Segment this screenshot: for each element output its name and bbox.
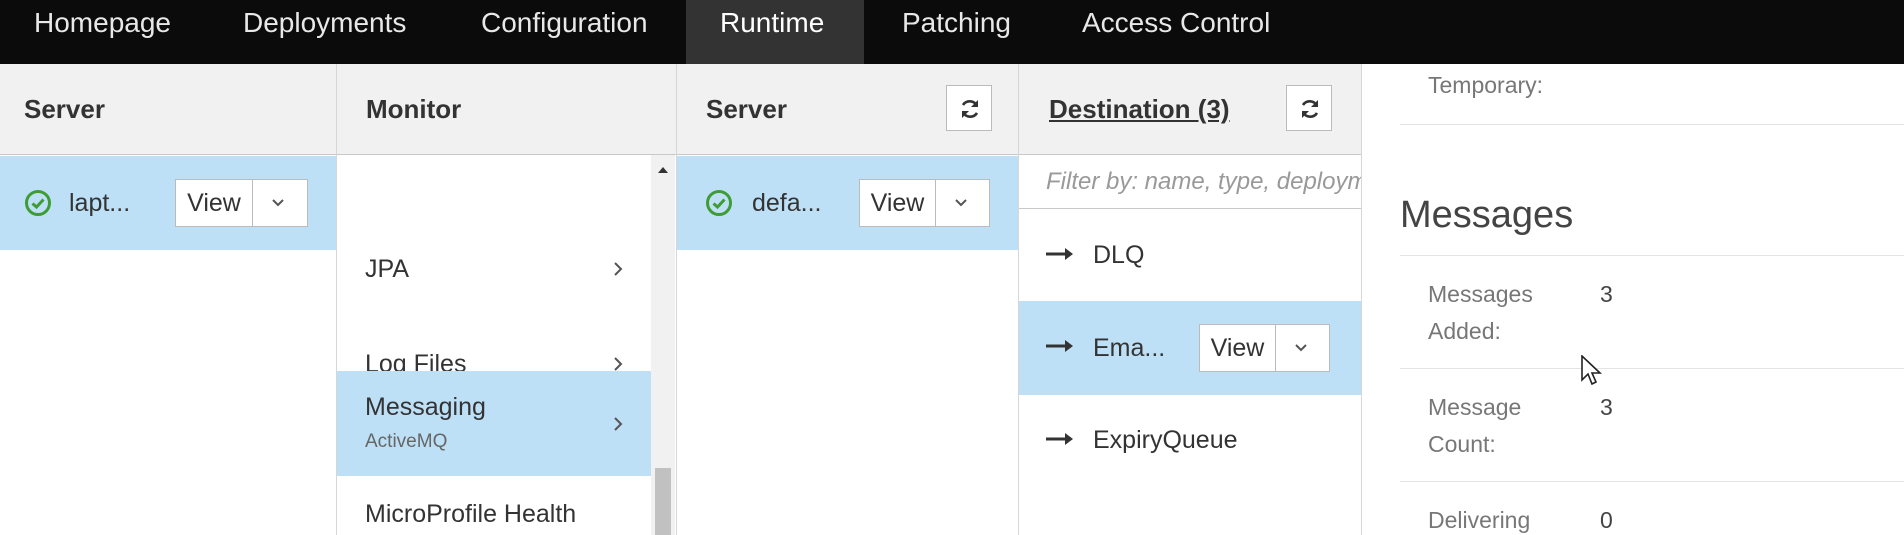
destination-item-expiryqueue[interactable]: ExpiryQueue <box>1019 395 1361 487</box>
arrow-right-icon <box>1045 431 1075 452</box>
temporary-label: Temporary: <box>1428 72 1544 98</box>
tab-deployments[interactable]: Deployments <box>209 0 440 64</box>
destination-column: Destination (3) DLQ Ema... View ExpiryQu… <box>1019 64 1362 535</box>
destination-filter <box>1019 155 1361 209</box>
mouse-cursor-icon <box>1581 354 1603 392</box>
refresh-button[interactable] <box>946 85 992 131</box>
chevron-down-icon[interactable] <box>1276 325 1330 371</box>
destination-label: DLQ <box>1093 241 1145 269</box>
chevron-down-icon[interactable] <box>253 180 308 226</box>
chevron-down-icon[interactable] <box>936 180 990 226</box>
divider <box>1400 255 1904 256</box>
scroll-up-icon[interactable] <box>657 161 669 179</box>
monitor-item-sublabel: ActiveMQ <box>365 431 448 452</box>
chevron-right-icon <box>613 416 623 437</box>
server2-column: Server defa... View <box>677 64 1019 535</box>
tab-homepage[interactable]: Homepage <box>0 0 205 64</box>
view-button[interactable]: View <box>860 180 936 226</box>
server2-column-title: Server <box>706 94 787 124</box>
monitor-item-label: Messaging <box>365 393 486 421</box>
monitor-item-microprofile-health[interactable]: MicroProfile Health <box>337 476 651 535</box>
check-circle-icon <box>705 189 733 217</box>
divider <box>1400 124 1904 125</box>
monitor-item-label: JPA <box>365 255 409 283</box>
messages-added-label-line2: Added: <box>1428 318 1501 344</box>
messages-added-value: 3 <box>1600 281 1613 307</box>
destination-view-split-button: View <box>1199 324 1330 372</box>
server-view-split-button: View <box>175 179 308 227</box>
server-column: Server lapt... View <box>0 64 337 535</box>
refresh-button[interactable] <box>1286 85 1332 131</box>
monitor-scrollbar[interactable] <box>651 155 675 535</box>
tab-patching[interactable]: Patching <box>868 0 1045 64</box>
refresh-icon <box>1301 100 1319 118</box>
server-column-header: Server <box>0 64 336 155</box>
monitor-column: Monitor JPA Log Files Messaging ActiveMQ… <box>337 64 677 535</box>
server2-column-header: Server <box>677 64 1018 155</box>
refresh-icon <box>961 100 979 118</box>
tab-configuration[interactable]: Configuration <box>447 0 682 64</box>
top-navigation: Homepage Deployments Configuration Runti… <box>0 0 1904 64</box>
destination-column-title[interactable]: Destination (3) <box>1049 64 1230 155</box>
tab-access-control[interactable]: Access Control <box>1048 0 1304 64</box>
server-name: lapt... <box>69 189 131 217</box>
tab-runtime[interactable]: Runtime <box>686 0 864 64</box>
monitor-item-label: MicroProfile Health <box>365 500 577 528</box>
view-button[interactable]: View <box>176 180 253 226</box>
server2-name: defa... <box>752 189 822 217</box>
server-list-item[interactable]: lapt... View <box>0 156 336 250</box>
messages-added-label-line1: Messages <box>1428 281 1533 307</box>
check-circle-icon <box>24 189 52 217</box>
destination-label: Ema... <box>1093 334 1166 362</box>
scroll-thumb[interactable] <box>655 468 671 535</box>
destination-item-email[interactable]: Ema... View <box>1019 301 1361 395</box>
monitor-item-jpa[interactable]: JPA <box>337 226 651 316</box>
arrow-right-icon <box>1045 338 1075 359</box>
delivering-label: Delivering <box>1428 507 1531 533</box>
server2-view-split-button: View <box>859 179 990 227</box>
divider <box>1400 368 1904 369</box>
message-count-value: 3 <box>1600 394 1613 420</box>
arrow-right-icon <box>1045 246 1075 267</box>
message-count-label-line2: Count: <box>1428 431 1496 457</box>
messages-section-title: Messages <box>1400 194 1574 236</box>
destination-detail-panel: Temporary: Messages Messages Added: 3 Me… <box>1362 64 1904 535</box>
server-column-title: Server <box>24 94 105 124</box>
monitor-column-header: Monitor <box>337 64 676 155</box>
destination-column-header: Destination (3) <box>1019 64 1361 155</box>
view-button[interactable]: View <box>1200 325 1276 371</box>
destination-item-dlq[interactable]: DLQ <box>1019 210 1361 302</box>
server2-list-item[interactable]: defa... View <box>677 156 1018 250</box>
monitor-column-title: Monitor <box>366 94 462 124</box>
divider <box>1400 481 1904 482</box>
delivering-value: 0 <box>1600 507 1613 533</box>
filter-input[interactable] <box>1019 155 1361 208</box>
message-count-label-line1: Message <box>1428 394 1522 420</box>
destination-label: ExpiryQueue <box>1093 426 1238 454</box>
monitor-item-messaging[interactable]: Messaging ActiveMQ <box>337 371 651 476</box>
chevron-right-icon <box>613 261 623 282</box>
